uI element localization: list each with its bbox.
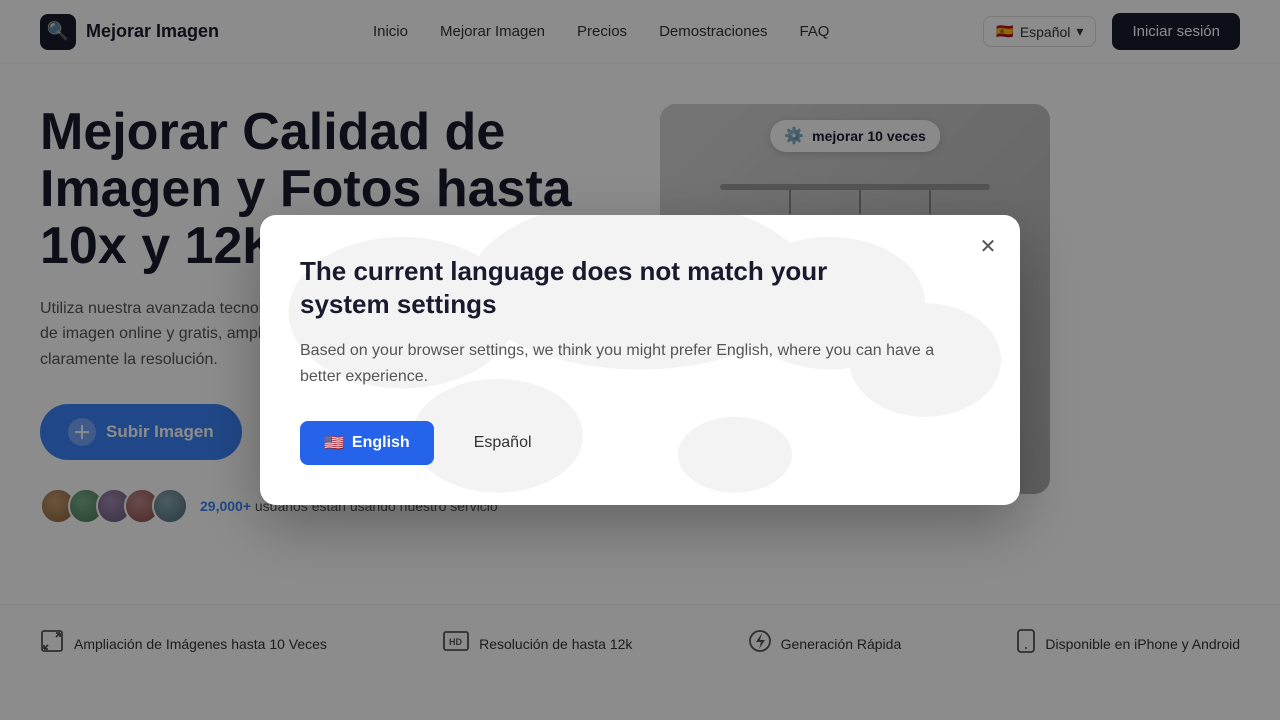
english-button[interactable]: 🇺🇸 English [300,421,434,465]
language-modal: ✕ The current language does not match yo… [260,215,1020,506]
spanish-button[interactable]: Español [450,422,556,464]
modal-overlay[interactable]: ✕ The current language does not match yo… [0,0,1280,720]
us-flag-icon: 🇺🇸 [324,433,344,453]
modal-title: The current language does not match your… [300,255,880,323]
modal-buttons: 🇺🇸 English Español [300,421,980,465]
english-button-label: English [352,434,410,452]
modal-description: Based on your browser settings, we think… [300,338,940,389]
modal-close-button[interactable]: ✕ [972,231,1004,263]
